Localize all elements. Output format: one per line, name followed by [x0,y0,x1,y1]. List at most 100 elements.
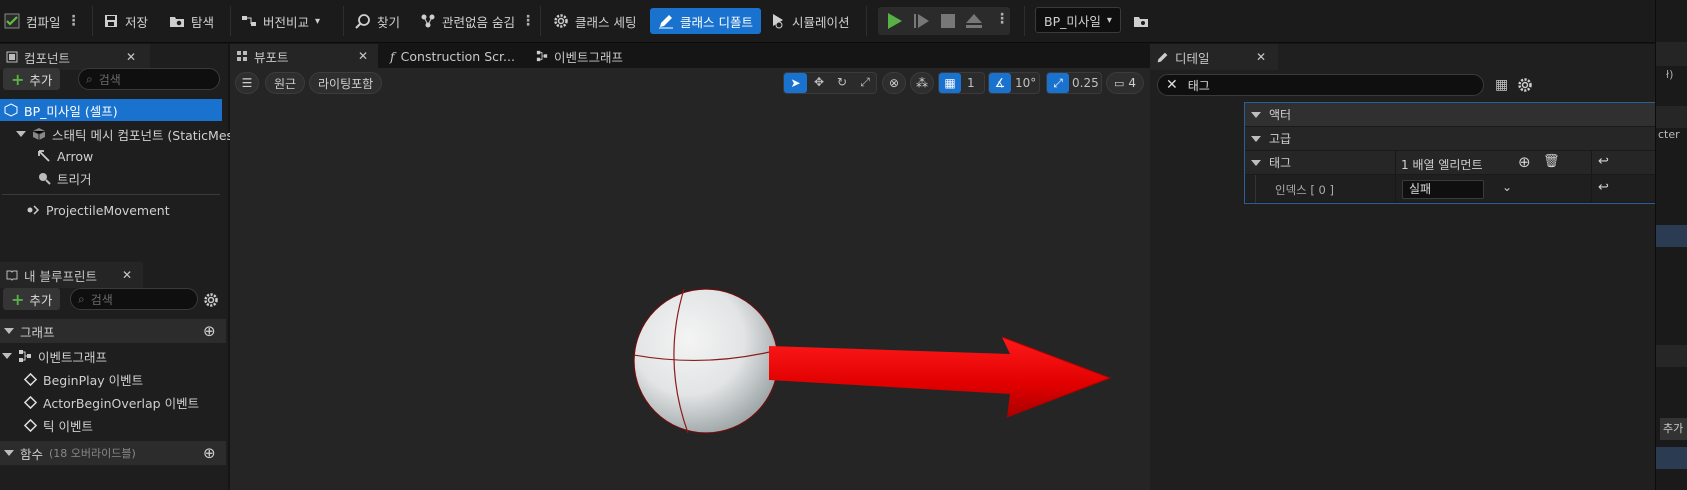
add-element-icon[interactable]: ⊕ [1518,153,1531,171]
tag-value-input[interactable]: 실패 [1402,180,1484,199]
clear-search-icon[interactable]: ✕ [1166,77,1178,93]
browse-label: 탐색 [191,14,215,30]
debug-object-dropdown[interactable]: BP_미사일 ▾ [1035,7,1121,33]
tree-item-event-graph[interactable]: 이벤트그래프 [2,345,107,367]
add-component-label: 추가 [29,72,53,88]
expand-arrow-icon[interactable] [4,450,14,456]
compile-button[interactable]: 컴파일 ⋮ [4,9,81,33]
play-icon[interactable] [886,13,904,29]
tree-item-event[interactable]: BeginPlay 이벤트 [24,368,143,390]
close-icon[interactable]: ✕ [358,49,368,63]
save-button[interactable]: 저장 [103,9,148,33]
find-button[interactable]: 찾기 [355,9,400,33]
tab-viewport[interactable]: 뷰포트 ✕ [230,44,378,68]
search-icon: ⌕ [78,291,85,306]
hide-unrelated-button[interactable]: 관련없음 숨김 ⋮ [420,9,535,33]
graph-section-label: 그래프 [20,324,55,340]
chevron-down-icon[interactable]: ⌄ [1502,180,1512,194]
debug-object-label: BP_미사일 [1044,13,1101,29]
divider [230,6,231,36]
plus-icon: + [11,69,25,89]
components-icon [6,51,18,63]
tab-details[interactable]: 디테일 ✕ [1150,44,1278,70]
actor-section-header[interactable]: 액터 [1245,103,1655,127]
graph-section-header[interactable]: 그래프 ⊕ [0,319,226,343]
browse-button[interactable]: 탐색 [169,9,214,33]
column-divider [1591,175,1592,203]
trash-icon[interactable]: 🗑 [1543,154,1560,169]
viewport-tab-label: 뷰포트 [254,49,289,65]
details-search-input[interactable]: ✕ 태그 [1157,74,1484,96]
hide-unrelated-label: 관련없음 숨김 [442,14,515,30]
class-defaults-button[interactable]: 클래스 디폴트 [650,8,761,34]
components-search-input[interactable]: ⌕ 검색 [78,68,220,90]
close-icon[interactable]: ✕ [126,50,136,64]
functions-section-header[interactable]: 함수 (18 오버라이드블) ⊕ [0,441,226,465]
expand-arrow-icon[interactable] [1251,159,1261,166]
edge-add-button[interactable]: 추가 [1660,418,1687,440]
add-circle-icon[interactable]: ⊕ [203,322,216,340]
expand-arrow-icon[interactable] [1251,135,1261,142]
functions-section-label: 함수 [20,446,44,462]
reset-to-default-icon[interactable]: ↩ [1598,180,1609,195]
play-options-icon[interactable]: ⋮ [995,11,1009,27]
add-member-button[interactable]: + 추가 [3,288,61,310]
tree-item-self[interactable]: BP_미사일 (셀프) [0,99,222,121]
tree-item-arrow[interactable]: Arrow [37,145,93,167]
eject-icon[interactable] [965,13,983,29]
diff-icon [242,16,256,26]
actor-icon [4,103,18,117]
index-label: 인덱스 [ 0 ] [1275,183,1334,197]
expand-arrow-icon[interactable] [16,131,26,137]
tree-item-label: BP_미사일 (셀프) [24,103,118,119]
chevron-down-icon: ▾ [1106,14,1112,26]
book-icon [6,270,18,281]
gear-icon[interactable] [203,292,219,308]
tab-components[interactable]: 컴포넌트 ✕ [0,44,150,70]
browse-icon [170,17,184,27]
tree-item-trigger[interactable]: 트리거 [37,167,92,189]
diff-button[interactable]: 버전비교 ▾ [241,9,320,33]
tab-event-graph[interactable]: 이벤트그래프 [530,44,660,68]
compile-options-icon[interactable]: ⋮ [67,13,81,29]
tree-item-static-mesh[interactable]: 스태틱 메시 컴포넌트 (StaticMesh [16,123,241,145]
tree-item-projectile-movement[interactable]: ProjectileMovement [26,199,170,221]
column-divider [1395,151,1396,175]
expand-arrow-icon[interactable] [1251,111,1261,118]
reset-to-default-icon[interactable]: ↩ [1598,154,1609,169]
stop-icon[interactable] [940,13,956,29]
find-icon [355,14,370,29]
tree-item-event[interactable]: 틱 이벤트 [24,414,93,436]
close-icon[interactable]: ✕ [1256,50,1266,64]
table-view-icon[interactable]: ▦ [1495,77,1508,93]
gear-icon[interactable] [1517,77,1533,93]
arrow-component-icon [38,150,50,162]
my-blueprint-tab-label: 내 블루프린트 [24,268,97,284]
play-controls: ⋮ [878,7,1010,35]
background-window-edge: ł) cter 추가 [1655,0,1687,490]
components-tab-label: 컴포넌트 [24,50,71,66]
tab-construction-script[interactable]: f Construction Scr... [384,44,524,68]
function-icon: f [390,48,395,64]
arrow-component-gizmo[interactable] [769,336,1112,418]
tree-item-label: 트리거 [57,171,92,187]
advance-frame-icon[interactable] [913,13,931,29]
hide-unrelated-options-icon[interactable]: ⋮ [521,13,535,29]
tree-item-event[interactable]: ActorBeginOverlap 이벤트 [24,391,199,413]
expand-arrow-icon[interactable] [4,328,14,334]
add-component-button[interactable]: + 추가 [3,68,61,90]
class-settings-button[interactable]: 클래스 세팅 [553,9,636,33]
divider [92,6,93,36]
blueprint-search-input[interactable]: ⌕ 검색 [70,288,198,310]
functions-override-count: (18 오버라이드블) [49,447,136,460]
simulation-button[interactable]: 시뮬레이션 [770,9,850,33]
add-circle-icon[interactable]: ⊕ [203,444,216,462]
viewport-canvas[interactable]: ☰ 원근 라이팅포함 ➤ ✥ ↻ ⤢ ⊗ ⁂ ▦ 1 ∡ 10° ⤢ 0.25 … [230,68,1150,490]
debug-browse-icon[interactable] [1133,13,1149,29]
advanced-section-header[interactable]: 고급 [1245,127,1655,151]
sphere-mesh[interactable] [633,288,779,434]
tab-my-blueprint[interactable]: 내 블루프린트 ✕ [0,262,143,288]
expand-arrow-icon[interactable] [2,353,12,359]
compile-icon [4,13,20,29]
close-icon[interactable]: ✕ [122,268,132,282]
